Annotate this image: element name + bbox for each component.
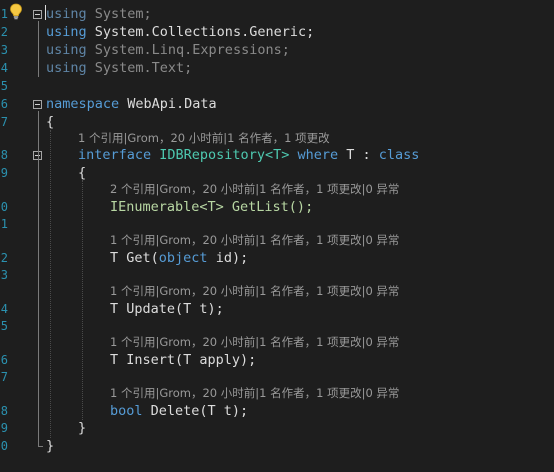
code-text: T :: [338, 147, 379, 163]
interface-open-brace[interactable]: {: [78, 165, 86, 182]
line-number: 0: [0, 439, 8, 453]
line-number: 0: [0, 200, 8, 214]
codelens-member[interactable]: 1 个引用|Grom，20 小时前|1 名作者，1 项更改|0 异常: [110, 386, 399, 400]
code-line-member[interactable]: T Get(object id);: [110, 250, 248, 267]
collapse-namespace-toggle[interactable]: [33, 100, 42, 109]
code-line-member[interactable]: bool Delete(T t);: [110, 403, 248, 420]
code-text: Delete(T t);: [142, 403, 249, 419]
line-number: 7: [0, 115, 8, 129]
line-number: 4: [0, 302, 8, 316]
usings-fold-line: [38, 21, 39, 77]
line-number: 5: [0, 319, 8, 333]
code-line-interface[interactable]: interface IDBRepository<T> where T : cla…: [78, 147, 419, 164]
keyword: using: [46, 24, 87, 40]
line-number: 3: [0, 268, 8, 282]
code-line-member[interactable]: T Insert(T apply);: [110, 352, 256, 369]
keyword: using: [46, 6, 87, 22]
line-number: 3: [0, 43, 8, 57]
line-number: 2: [0, 25, 8, 39]
code-line-namespace[interactable]: namespace WebApi.Data: [46, 96, 217, 113]
code-text: WebApi.Data: [119, 96, 217, 112]
line-number: 1: [0, 217, 8, 231]
keyword: interface: [78, 147, 152, 163]
indent-guide: [82, 180, 83, 420]
namespace-fold-end: [38, 446, 43, 447]
line-number: 4: [0, 61, 8, 75]
code-line-using[interactable]: using System;: [46, 6, 152, 23]
line-number: 2: [0, 251, 8, 265]
code-line-using[interactable]: using System.Collections.Generic;: [46, 24, 314, 41]
code-text: System.Text;: [86, 60, 193, 76]
keyword: namespace: [46, 96, 120, 112]
code-text: T Insert(T apply);: [110, 352, 257, 368]
line-number: 9: [0, 166, 8, 180]
indent-guide: [50, 130, 51, 438]
code-line-using[interactable]: using System.Text;: [46, 60, 192, 77]
codelens-member[interactable]: 1 个引用|Grom，20 小时前|1 名作者，1 项更改|0 异常: [110, 335, 399, 349]
keyword: where: [297, 147, 339, 163]
lightbulb-icon[interactable]: [9, 3, 23, 20]
code-text: T Get(: [110, 250, 159, 266]
line-number: 1: [0, 7, 8, 21]
line-number: 8: [0, 148, 8, 162]
line-number: 9: [0, 421, 8, 435]
codelens-member[interactable]: 1 个引用|Grom，20 小时前|1 名作者，1 项更改|0 异常: [110, 233, 399, 247]
code-line-using[interactable]: using System.Linq.Expressions;: [46, 42, 290, 59]
keyword: object: [158, 250, 208, 266]
code-text: System;: [86, 6, 152, 22]
namespace-open-brace[interactable]: {: [46, 114, 54, 131]
codelens-member[interactable]: 1 个引用|Grom，20 小时前|1 名作者，1 项更改|0 异常: [110, 284, 399, 298]
code-text: IDBRepository<T>: [151, 147, 298, 163]
line-number: 6: [0, 353, 8, 367]
codelens-member[interactable]: 2 个引用|Grom，20 小时前|1 名作者，1 项更改|0 异常: [110, 182, 399, 196]
line-number: 6: [0, 97, 8, 111]
code-line-member[interactable]: IEnumerable<T> GetList();: [110, 199, 313, 216]
code-text: IEnumerable<T> GetList();: [110, 199, 314, 215]
code-text: id);: [207, 250, 249, 266]
line-number: 5: [0, 79, 8, 93]
interface-fold-line: [38, 162, 39, 432]
code-text: System.Linq.Expressions;: [86, 42, 290, 58]
line-number: 7: [0, 370, 8, 384]
interface-close-brace[interactable]: }: [78, 420, 86, 437]
keyword: using: [46, 60, 87, 76]
code-text: T Update(T t);: [110, 301, 224, 317]
collapse-usings-toggle[interactable]: [33, 10, 42, 19]
line-number: 8: [0, 404, 8, 418]
keyword: class: [378, 147, 420, 163]
keyword: bool: [110, 403, 143, 419]
code-line-member[interactable]: T Update(T t);: [110, 301, 224, 318]
namespace-close-brace[interactable]: }: [46, 438, 54, 455]
code-text: System.Collections.Generic;: [86, 24, 315, 40]
codelens-interface[interactable]: 1 个引用|Grom，20 小时前|1 名作者，1 项更改: [78, 131, 330, 145]
keyword: using: [46, 42, 87, 58]
